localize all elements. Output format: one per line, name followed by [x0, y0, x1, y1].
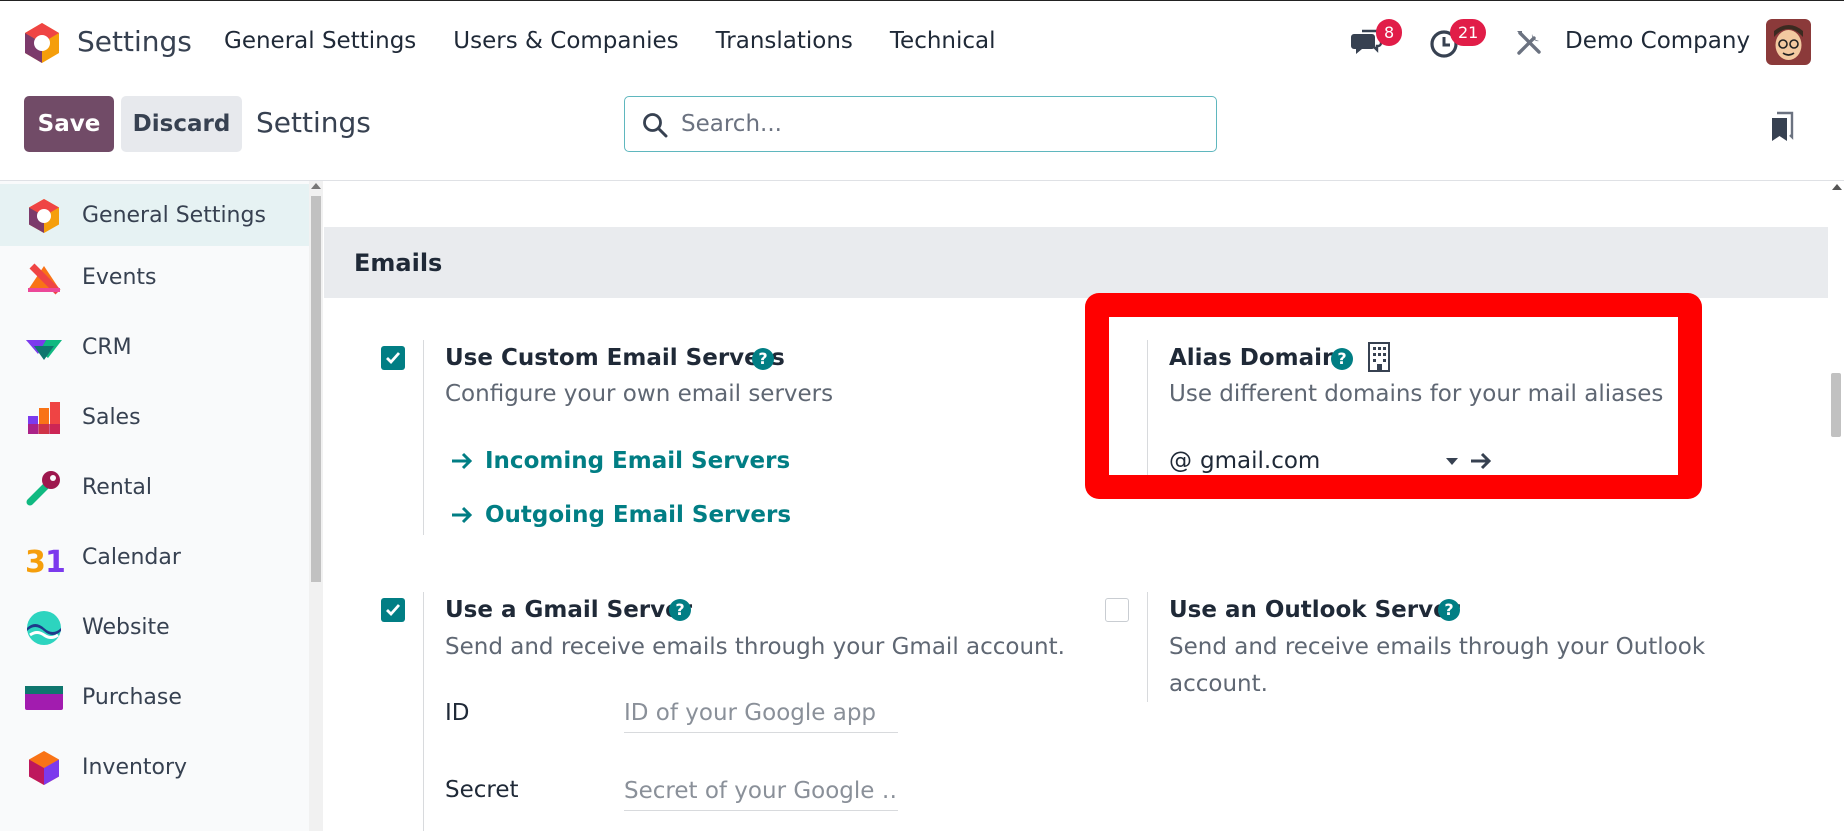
- outlook-server-description: Send and receive emails through your Out…: [1169, 634, 1706, 697]
- help-icon[interactable]: ?: [752, 348, 774, 370]
- setting-divider: [423, 340, 424, 535]
- menu-technical[interactable]: Technical: [890, 28, 996, 54]
- sidebar-item-label: Rental: [82, 475, 152, 500]
- calendar-icon: 3 1: [25, 545, 64, 578]
- checkmark-icon: [386, 604, 401, 617]
- gmail-server-title: Use a Gmail Server: [445, 597, 693, 623]
- setting-divider: [423, 592, 424, 831]
- top-navbar: Settings General Settings Users & Compan…: [0, 0, 1844, 84]
- events-icon: [28, 263, 61, 295]
- arrow-right-icon: [452, 506, 473, 524]
- odoo-app-icon[interactable]: [22, 21, 62, 65]
- crm-icon: [26, 340, 62, 360]
- outgoing-email-servers-link[interactable]: Outgoing Email Servers: [485, 502, 791, 528]
- activities-badge: 21: [1450, 19, 1487, 46]
- help-icon[interactable]: ?: [669, 599, 691, 621]
- top-menu: General Settings Users & Companies Trans…: [224, 28, 996, 54]
- custom-email-servers-description: Configure your own email servers: [445, 381, 834, 407]
- incoming-email-servers-link[interactable]: Incoming Email Servers: [485, 448, 790, 474]
- sidebar-item-label: General Settings: [82, 203, 266, 228]
- sidebar-item-label: Events: [82, 265, 157, 290]
- setting-divider: [1147, 592, 1148, 702]
- debug-tools-icon[interactable]: [1512, 26, 1546, 60]
- purchase-icon: [25, 686, 63, 710]
- sidebar-scrollbar-thumb[interactable]: [311, 196, 321, 582]
- sidebar-item-label: Sales: [82, 405, 141, 430]
- sidebar-item-general-settings[interactable]: General Settings: [0, 184, 309, 246]
- inventory-icon: [29, 751, 59, 785]
- highlight-annotation: [1085, 293, 1702, 499]
- gmail-id-label: ID: [445, 700, 470, 726]
- sidebar-item-calendar[interactable]: 3 1 Calendar: [0, 526, 309, 588]
- sidebar-item-label: Website: [82, 615, 170, 640]
- save-button[interactable]: Save: [24, 96, 114, 152]
- page-title: Settings: [256, 106, 371, 139]
- sidebar-item-rental[interactable]: Rental: [0, 456, 309, 518]
- user-avatar[interactable]: [1766, 19, 1811, 65]
- gmail-id-input[interactable]: [624, 693, 898, 733]
- checkmark-icon: [386, 352, 401, 365]
- sidebar-item-label: Purchase: [82, 685, 182, 710]
- discard-button[interactable]: Discard: [121, 96, 242, 152]
- sidebar-item-purchase[interactable]: Purchase: [0, 666, 309, 728]
- sidebar-item-sales[interactable]: Sales: [0, 386, 309, 448]
- section-title: Emails: [354, 249, 443, 277]
- sidebar-item-crm[interactable]: CRM: [0, 316, 309, 378]
- sidebar-item-label: CRM: [82, 335, 132, 360]
- sidebar-item-website[interactable]: Website: [0, 596, 309, 658]
- app-title[interactable]: Settings: [77, 25, 192, 58]
- outlook-server-checkbox[interactable]: [1105, 598, 1129, 622]
- custom-email-servers-title: Use Custom Email Servers: [445, 345, 785, 371]
- messages-badge: 8: [1376, 19, 1403, 46]
- search-bar[interactable]: [624, 96, 1217, 152]
- sidebar-item-inventory[interactable]: Inventory: [0, 736, 309, 798]
- search-icon: [643, 113, 668, 138]
- sidebar-item-label: Calendar: [82, 545, 181, 570]
- odoo-logo-icon: [29, 199, 59, 233]
- content-scroll-up-icon[interactable]: [1832, 184, 1842, 190]
- gmail-server-checkbox[interactable]: [381, 598, 405, 622]
- menu-translations[interactable]: Translations: [716, 28, 853, 54]
- settings-sidebar: General Settings Events CRM Sales Rental…: [0, 181, 309, 831]
- content-scrollbar[interactable]: [1828, 181, 1844, 831]
- sales-icon: [28, 402, 60, 434]
- bookmark-icon[interactable]: [1770, 111, 1796, 143]
- sidebar-item-events[interactable]: Events: [0, 246, 309, 308]
- emails-section-header: Emails: [324, 227, 1828, 298]
- outlook-server-title: Use an Outlook Server: [1169, 597, 1461, 623]
- company-switcher[interactable]: Demo Company: [1565, 28, 1750, 54]
- search-input[interactable]: [681, 107, 1181, 141]
- gmail-server-description: Send and receive emails through your Gma…: [445, 634, 1065, 660]
- website-icon: [27, 611, 61, 645]
- help-icon[interactable]: ?: [1438, 599, 1460, 621]
- custom-email-servers-checkbox[interactable]: [381, 346, 405, 370]
- svg-text:1: 1: [45, 545, 64, 578]
- arrow-right-icon: [452, 452, 473, 470]
- rental-icon: [26, 471, 60, 506]
- svg-text:3: 3: [25, 545, 46, 578]
- menu-users-companies[interactable]: Users & Companies: [453, 28, 678, 54]
- sidebar-item-label: Inventory: [82, 755, 188, 780]
- menu-general-settings[interactable]: General Settings: [224, 28, 416, 54]
- gmail-secret-label: Secret: [445, 777, 519, 803]
- gmail-secret-input[interactable]: [624, 771, 898, 811]
- sidebar-scroll-up-icon[interactable]: [311, 183, 321, 189]
- content-scrollbar-thumb[interactable]: [1831, 373, 1841, 437]
